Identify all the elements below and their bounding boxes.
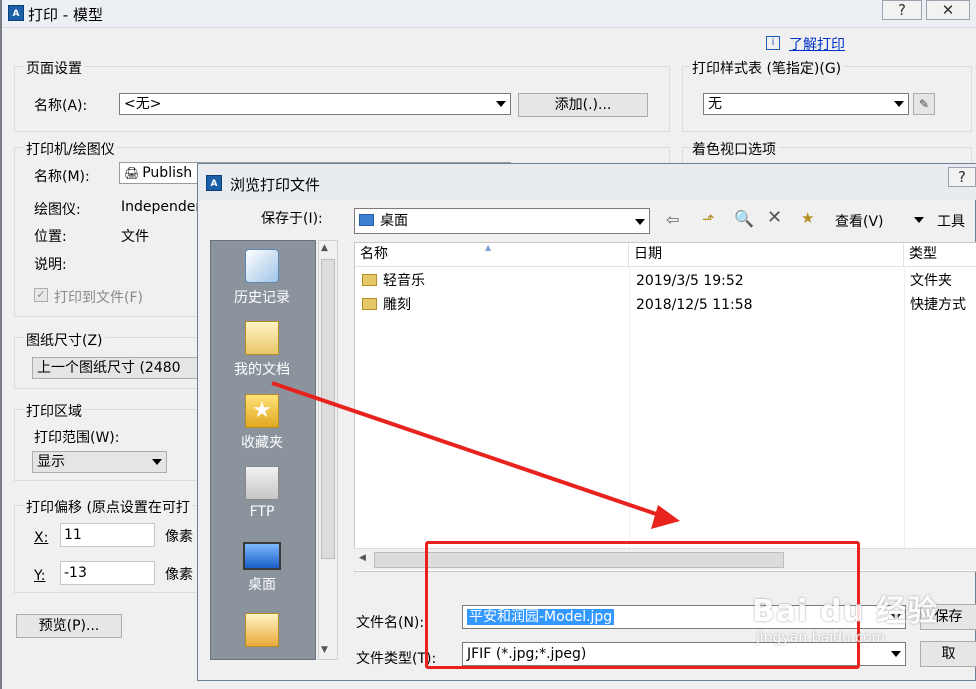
annotation-arrow-line bbox=[271, 381, 663, 518]
annotation-arrow-head bbox=[651, 505, 680, 529]
watermark-url: jingyan.baidu.com bbox=[756, 630, 886, 646]
watermark-brand: Bai du 经验 bbox=[752, 594, 939, 629]
baidu-watermark: Bai du 经验 jingyan.baidu.com bbox=[752, 586, 972, 666]
